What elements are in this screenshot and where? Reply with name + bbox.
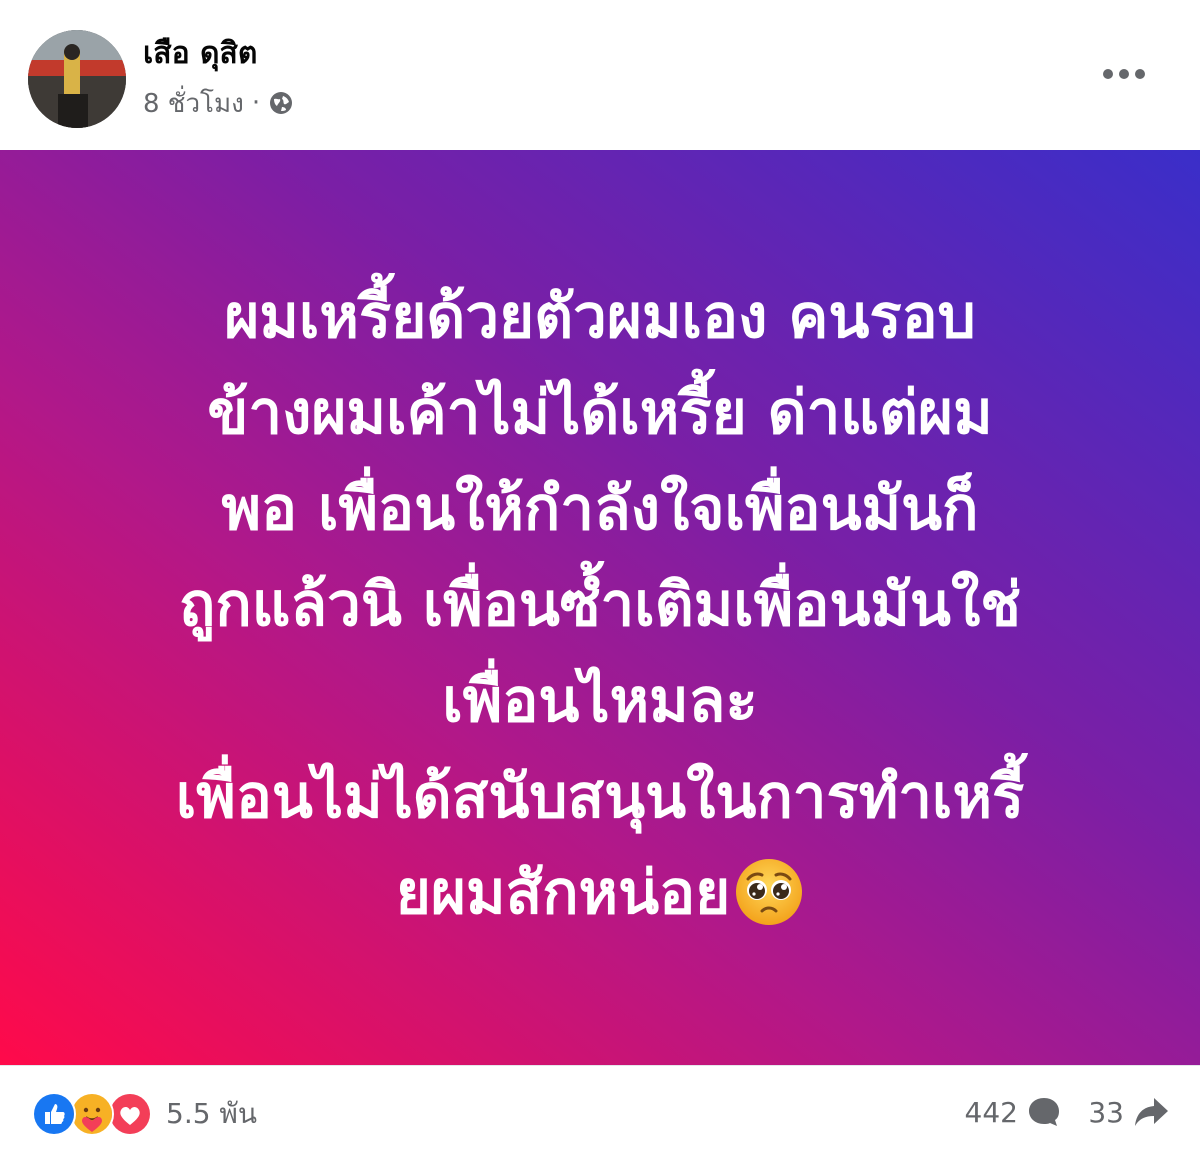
meta-separator: · [251,88,261,118]
post-text-line: ยผมสักหน่อย [395,857,731,928]
share-count: 33 [1088,1095,1124,1129]
post-text-line: ผมเหรี้ยด้วยตัวผมเอง คนรอบ [224,281,976,352]
comment-icon [1029,1098,1059,1126]
care-icon [70,1092,114,1136]
share-count-button[interactable]: 33 [1088,1094,1170,1130]
post-text-line: เพื่อนไม่ได้สนับสนุนในการทำเหรี้ [175,761,1025,832]
avatar[interactable] [28,30,126,128]
post-footer: 5.5 พัน 442 33 [0,1065,1200,1152]
post-text-line: เพื่อนไหมละ [442,665,758,736]
post-text: ผมเหรี้ยด้วยตัวผมเอง คนรอบ ข้างผมเค้าไม่… [50,269,1150,941]
reaction-count: 5.5 พัน [166,1097,258,1130]
post-text-line: ข้างผมเค้าไม่ได้เหรี้ย ด่าแต่ผม [207,377,993,448]
post-background-card: ผมเหรี้ยด้วยตัวผมเอง คนรอบ ข้างผมเค้าไม่… [0,150,1200,1065]
comment-count: 442 [964,1095,1018,1129]
globe-icon[interactable] [268,90,294,116]
reactions-summary[interactable]: 5.5 พัน [32,1092,257,1136]
post-text-last-line: ยผมสักหน่อย [50,845,1150,941]
author-name[interactable]: เสือ ดุสิต [143,34,257,74]
love-icon [108,1092,152,1136]
post-text-line: ถูกแล้วนิ เพื่อนซ้ำเติมเพื่อนมันใช่ [179,569,1021,640]
comment-count-button[interactable]: 442 [965,1094,1062,1130]
post-timestamp[interactable]: 8 ชั่วโมง [143,83,244,124]
share-icon [1135,1098,1168,1126]
like-icon [32,1092,76,1136]
post-meta: 8 ชั่วโมง · [143,84,294,122]
post-header: เสือ ดุสิต 8 ชั่วโมง · [0,0,1200,150]
more-options-icon[interactable] [1100,56,1148,92]
facebook-post: เสือ ดุสิต 8 ชั่วโมง · ผมเหรี้ยด้วยตัวผม… [0,0,1200,1152]
pleading-face-emoji [734,857,804,927]
post-text-line: พอ เพื่อนให้กำลังใจเพื่อนมันก็ [221,473,979,544]
